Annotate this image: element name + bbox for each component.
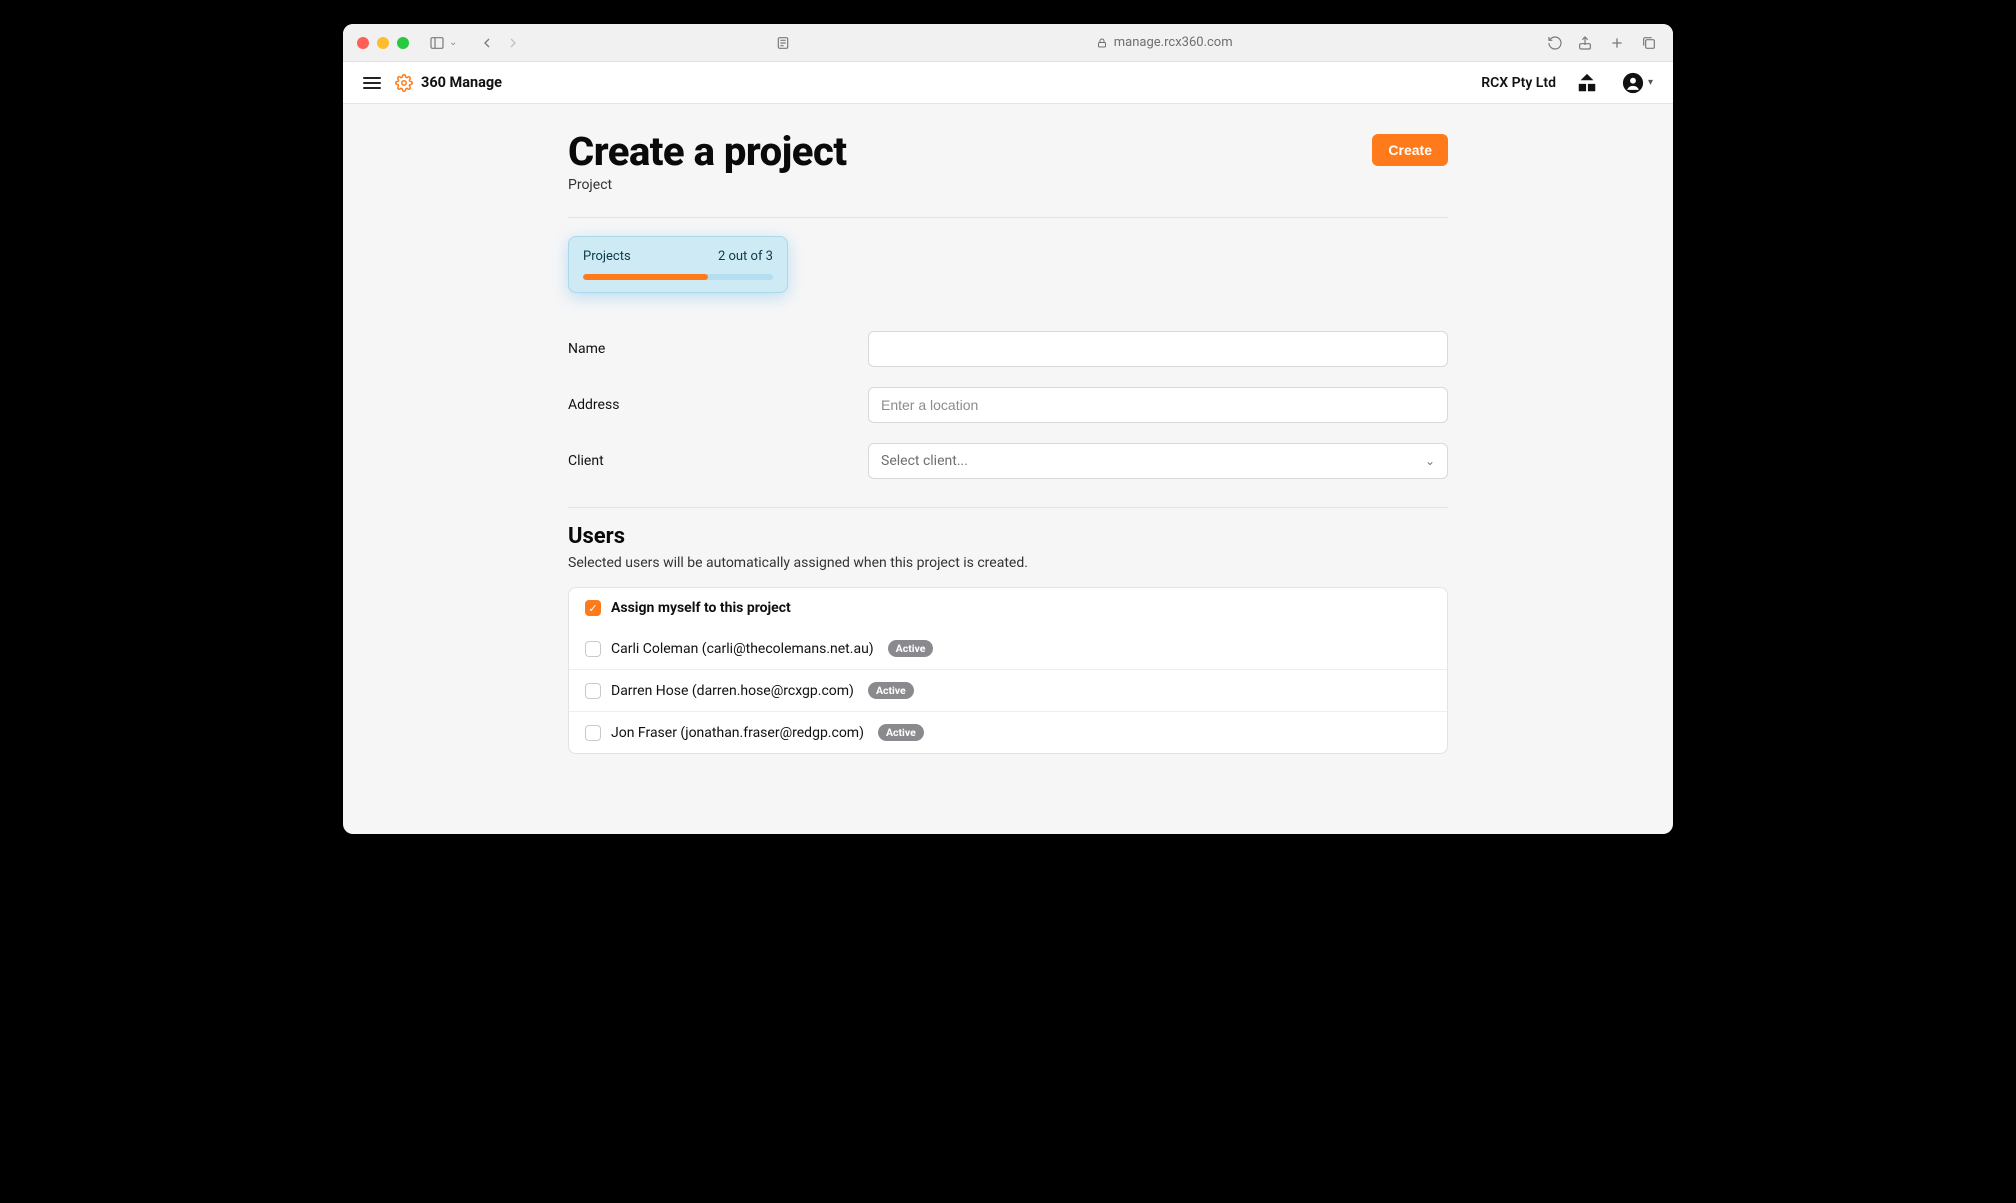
user-row[interactable]: Carli Coleman (carli@thecolemans.net.au)… (569, 628, 1447, 669)
brand-text: 360 Manage (421, 74, 502, 91)
quota-count: 2 out of 3 (718, 249, 773, 264)
name-label: Name (568, 341, 868, 357)
client-select[interactable]: Select client... ⌄ (868, 443, 1448, 479)
share-button[interactable] (1575, 33, 1595, 53)
client-placeholder: Select client... (881, 453, 968, 469)
client-label: Client (568, 453, 868, 469)
user-row[interactable]: Jon Fraser (jonathan.fraser@redgp.com) Ac… (569, 711, 1447, 753)
gear-icon (395, 74, 413, 92)
user-checkbox[interactable] (585, 683, 601, 699)
org-name: RCX Pty Ltd (1481, 75, 1556, 91)
caret-down-icon: ▾ (1648, 77, 1653, 88)
app-header: 360 Manage RCX Pty Ltd ▾ (343, 62, 1673, 104)
quota-label: Projects (583, 249, 631, 264)
nav-forward-button[interactable] (503, 33, 523, 53)
status-badge: Active (888, 640, 934, 657)
users-list: Assign myself to this project Carli Cole… (568, 587, 1448, 754)
page-title: Create a project (568, 128, 846, 175)
org-switch-icon[interactable] (1576, 72, 1598, 94)
user-label: Darren Hose (darren.hose@rcxgp.com) (611, 683, 854, 699)
page-body: Create a project Project Create Projects… (568, 104, 1448, 834)
page-subtitle: Project (568, 177, 846, 193)
users-section-desc: Selected users will be automatically ass… (568, 555, 1448, 571)
user-menu[interactable]: ▾ (1622, 72, 1653, 94)
user-checkbox[interactable] (585, 641, 601, 657)
projects-quota-card[interactable]: Projects 2 out of 3 (568, 236, 788, 293)
users-section-title: Users (568, 524, 1448, 549)
reader-icon[interactable] (773, 33, 793, 53)
minimize-window-button[interactable] (377, 37, 389, 49)
status-badge: Active (868, 682, 914, 699)
address-bar[interactable]: manage.rcx360.com (803, 35, 1525, 50)
sidebar-toggle-icon[interactable] (427, 33, 447, 53)
address-input[interactable] (868, 387, 1448, 423)
menu-button[interactable] (363, 77, 381, 89)
name-input[interactable] (868, 331, 1448, 367)
divider (568, 217, 1448, 218)
url-text: manage.rcx360.com (1114, 35, 1233, 50)
quota-progress-fill (583, 274, 708, 280)
user-label: Carli Coleman (carli@thecolemans.net.au) (611, 641, 874, 657)
section-divider (568, 507, 1448, 508)
assign-self-checkbox[interactable] (585, 600, 601, 616)
chevron-down-icon: ⌄ (1425, 454, 1435, 468)
tabs-button[interactable] (1639, 33, 1659, 53)
chevron-down-icon[interactable]: ⌄ (449, 37, 457, 48)
assign-self-row[interactable]: Assign myself to this project (569, 588, 1447, 628)
assign-self-label: Assign myself to this project (611, 600, 791, 616)
brand[interactable]: 360 Manage (395, 74, 502, 92)
maximize-window-button[interactable] (397, 37, 409, 49)
nav-back-button[interactable] (477, 33, 497, 53)
avatar-icon (1622, 72, 1644, 94)
close-window-button[interactable] (357, 37, 369, 49)
new-tab-button[interactable] (1607, 33, 1627, 53)
user-label: Jon Fraser (jonathan.fraser@redgp.com) (611, 725, 864, 741)
address-label: Address (568, 397, 868, 413)
lock-icon (1096, 37, 1108, 49)
window-controls (357, 37, 409, 49)
refresh-button[interactable] (1545, 33, 1565, 53)
create-button[interactable]: Create (1372, 134, 1448, 166)
user-row[interactable]: Darren Hose (darren.hose@rcxgp.com) Activ… (569, 669, 1447, 711)
status-badge: Active (878, 724, 924, 741)
quota-progress (583, 274, 773, 280)
browser-window: ⌄ manage.rcx360.com (343, 24, 1673, 834)
user-checkbox[interactable] (585, 725, 601, 741)
browser-chrome: ⌄ manage.rcx360.com (343, 24, 1673, 62)
